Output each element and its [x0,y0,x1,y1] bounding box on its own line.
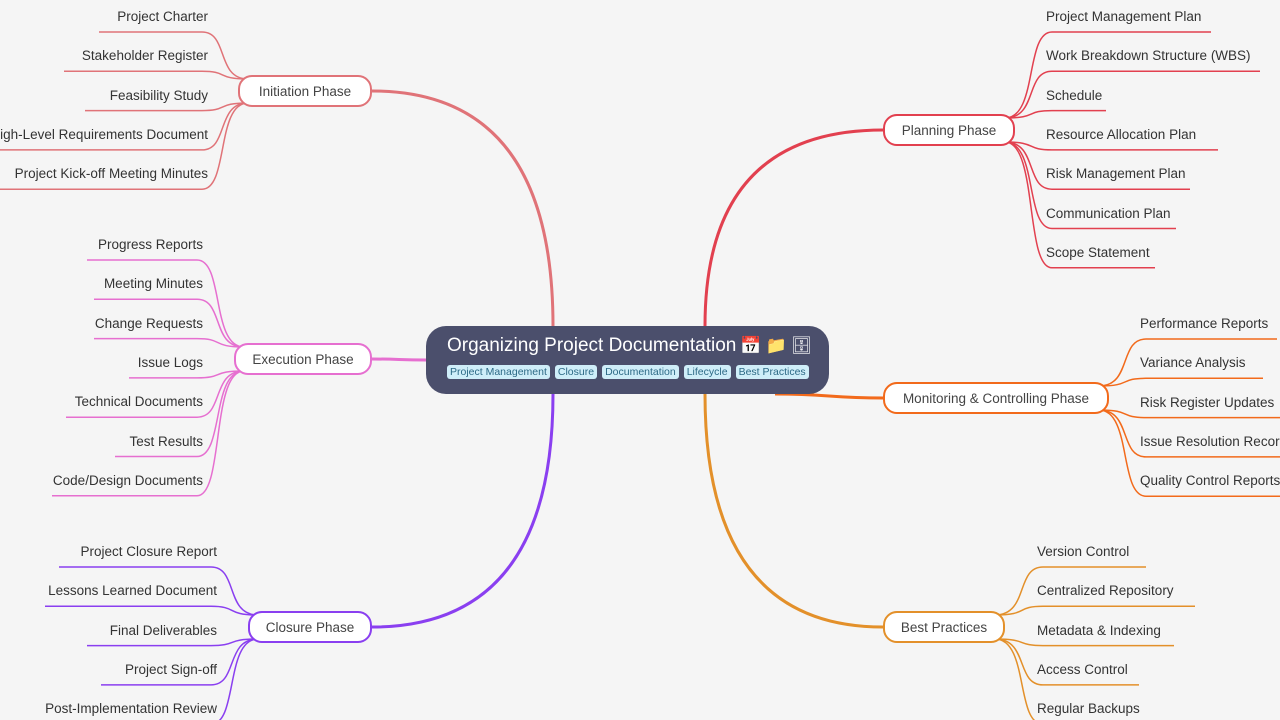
leaf-centralized-repository[interactable]: Centralized Repository [1037,583,1174,598]
leaf-connector-issue-logs [129,370,245,379]
leaf-connector-change-requests [94,337,245,348]
leaf-project-closure-report[interactable]: Project Closure Report [80,544,217,559]
leaf-work-breakdown-structure-wbs[interactable]: Work Breakdown Structure (WBS) [1046,48,1251,63]
leaf-metadata-indexing[interactable]: Metadata & Indexing [1037,623,1161,638]
branch-connector-planning [703,128,884,327]
leaf-lessons-learned-document[interactable]: Lessons Learned Document [48,583,217,598]
leaf-test-results[interactable]: Test Results [129,434,203,449]
leaf-project-charter[interactable]: Project Charter [117,9,208,24]
calendar-icon: 📅 [740,336,762,355]
branch-connector-closure [371,393,555,629]
leaf-issue-logs[interactable]: Issue Logs [138,355,203,370]
leaf-final-deliverables[interactable]: Final Deliverables [110,623,217,638]
leaf-regular-backups[interactable]: Regular Backups [1037,701,1140,716]
leaf-meeting-minutes[interactable]: Meeting Minutes [104,276,203,291]
folder-icon: 📁 [765,336,787,355]
leaf-connector-resource-allocation-plan [1004,141,1218,151]
leaf-quality-control-reports[interactable]: Quality Control Reports [1140,473,1280,488]
tag-documentation[interactable]: Documentation [602,365,679,379]
leaf-connector-stakeholder-register [64,70,249,80]
branch-node-monitoring[interactable]: Monitoring & Controlling Phase [883,382,1109,414]
tag-list: Project Management Closure Documentation… [447,365,829,379]
leaf-project-sign-off[interactable]: Project Sign-off [125,662,217,677]
leaf-connector-centralized-repository [994,605,1195,616]
leaf-post-implementation-review[interactable]: Post-Implementation Review [45,701,217,716]
leaf-connector-variance-analysis [1098,377,1263,387]
tag-closure[interactable]: Closure [554,365,598,379]
leaf-version-control[interactable]: Version Control [1037,544,1129,559]
branch-node-best-practices[interactable]: Best Practices [883,611,1005,643]
leaf-variance-analysis[interactable]: Variance Analysis [1140,355,1246,370]
central-topic-title: Organizing Project Documentation 📅 📁 🗄 [447,335,829,357]
leaf-connector-progress-reports [87,259,245,348]
leaf-connector-risk-register-updates [1098,409,1280,419]
branch-node-execution[interactable]: Execution Phase [234,343,372,375]
leaf-risk-management-plan[interactable]: Risk Management Plan [1046,166,1186,181]
leaf-connector-schedule [1004,109,1106,119]
leaf-risk-register-updates[interactable]: Risk Register Updates [1140,395,1274,410]
leaf-stakeholder-register[interactable]: Stakeholder Register [82,48,208,63]
leaf-schedule[interactable]: Schedule [1046,88,1102,103]
leaf-scope-statement[interactable]: Scope Statement [1046,245,1150,260]
leaf-issue-resolution-records[interactable]: Issue Resolution Records [1140,434,1280,449]
branch-node-initiation[interactable]: Initiation Phase [238,75,372,107]
leaf-project-kick-off-meeting-minutes[interactable]: Project Kick-off Meeting Minutes [15,166,208,181]
file-cabinet-icon: 🗄 [790,336,813,355]
tag-project-management[interactable]: Project Management [447,365,550,379]
leaf-access-control[interactable]: Access Control [1037,662,1128,677]
leaf-connector-feasibility-study [85,102,249,112]
leaf-technical-documents[interactable]: Technical Documents [75,394,203,409]
leaf-performance-reports[interactable]: Performance Reports [1140,316,1268,331]
leaf-connector-metadata-indexing [994,638,1174,647]
leaf-project-management-plan[interactable]: Project Management Plan [1046,9,1201,24]
leaf-connector-project-management-plan [1004,31,1211,119]
branch-connector-best-practices [703,393,884,629]
central-topic[interactable]: Organizing Project Documentation 📅 📁 🗄 P… [426,326,829,394]
central-topic-label: Organizing Project Documentation [447,335,737,356]
leaf-communication-plan[interactable]: Communication Plan [1046,206,1171,221]
leaf-connector-final-deliverables [87,638,259,647]
leaf-progress-reports[interactable]: Progress Reports [98,237,203,252]
branch-connector-initiation [371,89,555,327]
leaf-code-design-documents[interactable]: Code/Design Documents [53,473,203,488]
tag-lifecycle[interactable]: Lifecycle [683,365,731,379]
leaf-connector-lessons-learned-document [45,605,259,616]
leaf-change-requests[interactable]: Change Requests [95,316,203,331]
branch-connector-execution [371,357,427,362]
leaf-high-level-requirements-document[interactable]: High-Level Requirements Document [0,127,208,142]
branch-node-planning[interactable]: Planning Phase [883,114,1015,146]
leaf-feasibility-study[interactable]: Feasibility Study [110,88,208,103]
tag-best-practices[interactable]: Best Practices [735,365,809,379]
branch-connector-monitoring [774,392,884,400]
branch-node-closure[interactable]: Closure Phase [248,611,372,643]
leaf-resource-allocation-plan[interactable]: Resource Allocation Plan [1046,127,1196,142]
